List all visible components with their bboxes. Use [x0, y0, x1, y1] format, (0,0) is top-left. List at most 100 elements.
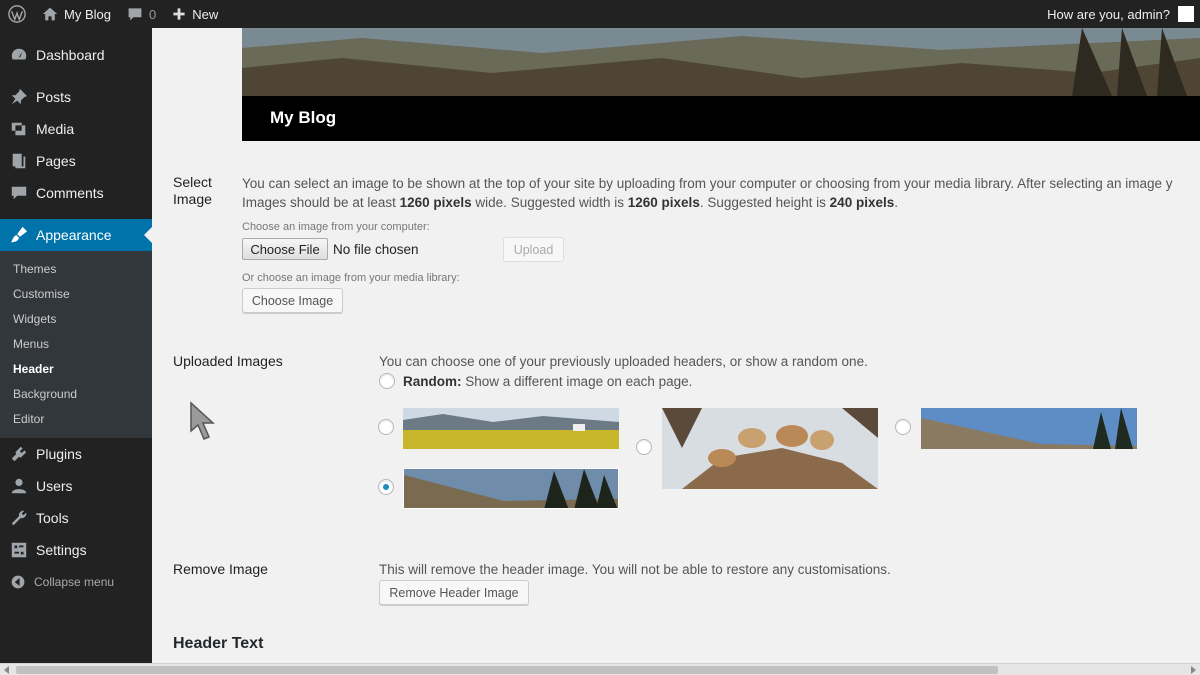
random-bold: Random:	[403, 374, 462, 389]
desc-part: .	[894, 195, 898, 210]
choose-file-button[interactable]: Choose File	[242, 238, 328, 260]
header-image-preview	[242, 28, 1200, 96]
plus-icon	[173, 8, 185, 20]
desc-part: . Suggested height is	[699, 195, 830, 210]
admin-bar: My Blog 0 New How are you, admin?	[0, 0, 1200, 28]
avatar	[1178, 6, 1194, 22]
menu-label: Appearance	[36, 227, 112, 243]
greeting: How are you, admin?	[1047, 6, 1170, 22]
current-menu-arrow	[144, 227, 152, 243]
header-thumbnail-hillside[interactable]	[921, 408, 1137, 449]
menu-appearance[interactable]: Appearance	[0, 219, 152, 251]
menu-label: Posts	[36, 89, 72, 105]
comments-count: 0	[148, 6, 157, 22]
menu-label: Tools	[36, 510, 69, 526]
collapse-menu-button[interactable]: Collapse menu	[0, 566, 152, 598]
scroll-right-arrow-icon[interactable]	[1191, 666, 1196, 674]
header-thumbnail-forest[interactable]	[403, 468, 619, 509]
lions-image	[662, 408, 878, 489]
computer-upload-label: Choose an image from your computer:	[242, 221, 430, 233]
paintbrush-icon	[10, 226, 28, 243]
comments-link[interactable]: 0	[119, 0, 164, 28]
users-icon	[11, 478, 27, 494]
choose-image-button[interactable]: Choose Image	[242, 288, 343, 313]
forest-image	[404, 469, 618, 508]
label-line: Image	[173, 191, 212, 207]
site-name: My Blog	[64, 6, 111, 22]
hillside-image	[921, 408, 1137, 449]
appearance-submenu: Themes Customise Widgets Menus Header Ba…	[0, 251, 152, 438]
desc-part: 1260 pixels	[399, 195, 472, 210]
submenu-customise[interactable]: Customise	[0, 282, 152, 307]
desc-part: wide. Suggested width is	[471, 195, 628, 210]
new-label: New	[192, 6, 219, 22]
menu-media[interactable]: Media	[0, 113, 152, 145]
media-library-label: Or choose an image from your media libra…	[242, 272, 460, 284]
header-radio-1[interactable]	[378, 419, 394, 435]
menu-posts[interactable]: Posts	[0, 81, 152, 113]
pin-icon	[11, 88, 28, 105]
select-image-description: You can select an image to be shown at t…	[242, 174, 1200, 212]
header-title-bar: My Blog	[242, 96, 1200, 141]
upload-button[interactable]: Upload	[503, 237, 564, 262]
random-text: Show a different image on each page.	[461, 374, 693, 389]
menu-pages[interactable]: Pages	[0, 145, 152, 177]
label-line: Select	[173, 174, 212, 190]
submenu-widgets[interactable]: Widgets	[0, 307, 152, 332]
pages-icon	[12, 153, 26, 169]
main-content: My Blog Select Image You can select an i…	[152, 28, 1200, 663]
scrollbar-thumb[interactable]	[16, 666, 998, 674]
media-icon	[11, 122, 26, 136]
header-photo-forest	[242, 28, 1200, 96]
remove-header-image-button[interactable]: Remove Header Image	[379, 580, 529, 605]
submenu-header[interactable]: Header	[0, 357, 152, 382]
menu-users[interactable]: Users	[0, 470, 152, 502]
header-radio-3[interactable]	[895, 419, 911, 435]
comments-icon	[11, 186, 27, 200]
desc-part: 1260 pixels	[627, 195, 700, 210]
horizontal-scrollbar[interactable]	[0, 663, 1200, 675]
menu-plugins[interactable]: Plugins	[0, 438, 152, 470]
admin-sidebar: Dashboard Posts Media Pages Comments App…	[0, 28, 152, 663]
submenu-menus[interactable]: Menus	[0, 332, 152, 357]
new-content-link[interactable]: New	[164, 0, 226, 28]
menu-label: Media	[36, 121, 75, 137]
header-thumbnail-lions[interactable]	[662, 408, 878, 489]
scroll-left-arrow-icon[interactable]	[4, 666, 9, 674]
settings-icon	[11, 542, 27, 558]
wrench-icon	[11, 510, 27, 526]
header-site-title: My Blog	[270, 108, 337, 127]
mouse-cursor-icon	[190, 401, 215, 440]
submenu-themes[interactable]: Themes	[0, 257, 152, 282]
header-thumbnail-field[interactable]	[403, 408, 619, 449]
uploaded-images-label: Uploaded Images	[173, 353, 283, 369]
submenu-editor[interactable]: Editor	[0, 407, 152, 432]
random-option-label: Random: Show a different image on each p…	[403, 372, 692, 391]
menu-label: Settings	[36, 542, 87, 558]
site-name-link[interactable]: My Blog	[34, 0, 119, 28]
menu-label: Plugins	[36, 446, 82, 462]
menu-label: Comments	[36, 185, 104, 201]
menu-dashboard[interactable]: Dashboard	[0, 39, 152, 71]
desc-part: Images should be at least	[242, 195, 400, 210]
collapse-arrow-icon	[11, 575, 25, 589]
home-icon	[42, 7, 58, 21]
menu-settings[interactable]: Settings	[0, 534, 152, 566]
desc-line-sizes: Images should be at least 1260 pixels wi…	[242, 193, 1200, 212]
header-radio-4[interactable]	[378, 479, 394, 495]
header-text-heading: Header Text	[173, 635, 264, 652]
my-account[interactable]: How are you, admin?	[1047, 0, 1200, 28]
menu-tools[interactable]: Tools	[0, 502, 152, 534]
header-radio-2[interactable]	[636, 439, 652, 455]
menu-label: Users	[36, 478, 73, 494]
field-image	[403, 408, 619, 449]
comment-bubble-icon	[128, 8, 142, 21]
menu-label: Dashboard	[36, 47, 105, 63]
random-radio[interactable]	[379, 373, 395, 389]
menu-comments[interactable]: Comments	[0, 177, 152, 209]
wordpress-logo-icon[interactable]	[0, 0, 34, 28]
select-image-label: Select Image	[173, 174, 212, 208]
submenu-background[interactable]: Background	[0, 382, 152, 407]
uploaded-images-description: You can choose one of your previously up…	[379, 354, 868, 369]
remove-image-description: This will remove the header image. You w…	[379, 562, 891, 577]
